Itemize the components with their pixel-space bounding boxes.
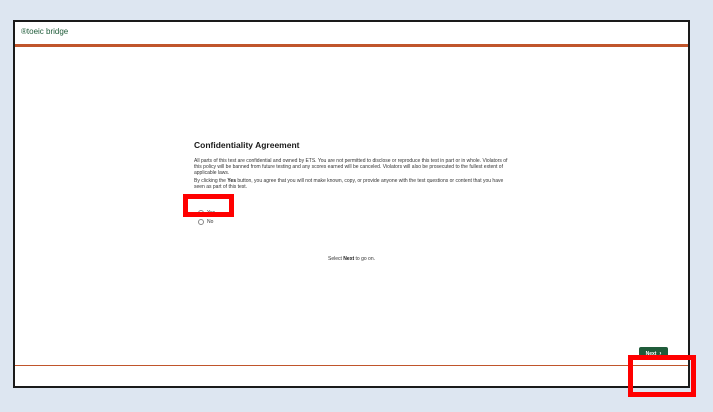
agreement-paragraph: All parts of this test are confidential … [194,158,508,176]
yes-option[interactable]: Yes [198,208,215,217]
chevron-right-icon: › [659,350,662,357]
consent-text-end: button, you agree that you will not make… [194,178,504,190]
agreement-title: Confidentiality Agreement [194,140,300,150]
header: ®toeic bridge [15,22,688,44]
next-button[interactable]: Next › [639,347,668,360]
footer-divider [15,365,688,366]
agreement-consent-paragraph: By clicking the Yes button, you agree th… [194,178,512,190]
yes-radio-button[interactable] [198,209,204,216]
no-radio-button[interactable] [198,218,204,225]
consent-options: Yes No [198,208,215,226]
next-button-label: Next [645,350,657,357]
instruction-text: Select Next to go on. [15,256,688,262]
header-divider [15,44,688,47]
yes-label: Yes [207,209,216,216]
instruction-end: to go on. [354,256,375,262]
test-window: ®toeic bridge Confidentiality Agreement … [13,20,690,388]
no-option[interactable]: No [198,217,215,226]
instruction-start: Select [328,256,344,262]
instruction-next: Next [343,256,355,262]
no-label: No [207,218,214,225]
toeic-bridge-logo: ®toeic bridge [21,27,69,36]
agreement-content: Confidentiality Agreement All parts of t… [194,140,512,190]
